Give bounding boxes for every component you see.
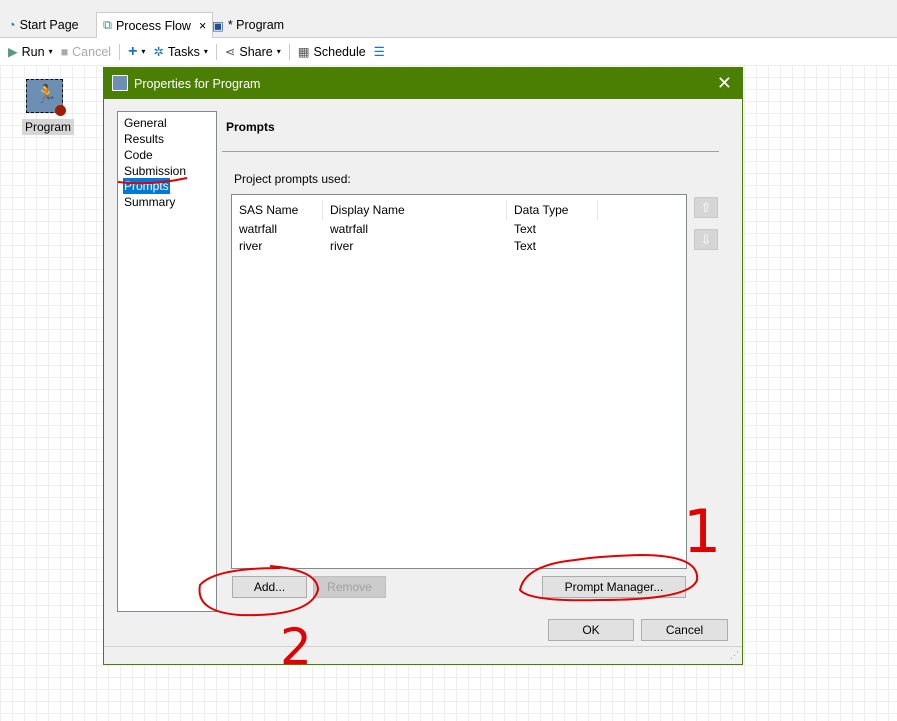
list-icon: ☰ [373, 45, 385, 59]
toolbar: ▶ Run ▾ ■ Cancel + ▾ ✲ Tasks ▾ ⋖ Share ▾ ▦ Schedu… [0, 38, 897, 65]
close-icon[interactable]: ✕ [717, 73, 732, 94]
arrow-down-icon: ⇩ [700, 232, 712, 247]
tab-process-flow[interactable]: ⧉ Process Flow × [96, 12, 214, 38]
schedule-button[interactable]: ▦ Schedule [297, 44, 366, 60]
tasks-button[interactable]: ✲ Tasks ▾ [153, 44, 208, 60]
calendar-icon: ▦ [297, 45, 310, 59]
move-down-button[interactable]: ⇩ [694, 229, 718, 250]
divider [222, 151, 719, 152]
tasks-icon: ✲ [153, 45, 164, 59]
share-button[interactable]: ⋖ Share ▾ [224, 44, 281, 60]
dropdown-icon: ▾ [276, 47, 281, 56]
share-icon: ⋖ [224, 45, 236, 59]
column-header-data-type[interactable]: Data Type [507, 200, 598, 220]
program-node-label[interactable]: Program [22, 119, 75, 135]
nav-item-general[interactable]: General [123, 115, 168, 131]
divider [119, 43, 121, 60]
ok-button[interactable]: OK [548, 619, 634, 641]
column-header-display-name[interactable]: Display Name [323, 200, 507, 220]
cell-sas-name: river [239, 239, 263, 253]
add-button[interactable]: Add... [232, 576, 307, 598]
start-page-icon: ◔ [8, 18, 16, 32]
dropdown-icon: ▾ [203, 47, 208, 56]
move-up-button[interactable]: ⇧ [694, 197, 718, 218]
divider [215, 43, 217, 60]
properties-dialog: Properties for Program ✕ General Results… [103, 67, 743, 665]
tab-program[interactable]: ▣ * Program [206, 12, 290, 38]
arrow-up-icon: ⇧ [700, 200, 712, 215]
dropdown-icon: ▾ [141, 47, 146, 56]
nav-item-code-submission[interactable]: Code Submission [123, 147, 211, 178]
list-view-button[interactable]: ☰ [374, 44, 385, 59]
cancel-button[interactable]: ■ Cancel [61, 45, 111, 59]
program-icon [112, 75, 128, 91]
properties-nav-list: General Results Code Submission Prompts … [117, 111, 217, 612]
dropdown-icon: ▾ [48, 47, 53, 56]
run-button[interactable]: ▶ Run ▾ [8, 44, 53, 60]
document-tab-bar: ◔ Start Page ⧉ Process Flow × ▣ * Program [0, 0, 897, 38]
dialog-title-bar[interactable]: Properties for Program ✕ [104, 68, 742, 99]
prompt-manager-button[interactable]: Prompt Manager... [542, 576, 686, 598]
program-icon: ▣ [212, 18, 224, 33]
add-button[interactable]: + ▾ [128, 43, 145, 61]
tab-start-page[interactable]: ◔ Start Page [2, 12, 85, 38]
cell-data-type: Text [514, 239, 537, 253]
nav-item-results[interactable]: Results [123, 131, 165, 147]
nav-item-prompts[interactable]: Prompts [123, 178, 170, 194]
nav-item-summary[interactable]: Summary [123, 194, 176, 210]
cancel-button[interactable]: Cancel [641, 619, 728, 641]
cell-sas-name: watrfall [239, 222, 278, 236]
cell-display-name: watrfall [330, 222, 369, 236]
cell-data-type: Text [514, 222, 537, 236]
dialog-title: Properties for Program [134, 76, 261, 91]
program-node-icon[interactable]: 🏃 [26, 79, 66, 116]
prompts-label: Project prompts used: [234, 172, 351, 186]
section-title: Prompts [226, 120, 275, 134]
remove-button[interactable]: Remove [313, 576, 386, 598]
cell-display-name: river [330, 239, 354, 253]
play-icon: ▶ [8, 45, 18, 59]
stop-icon: ■ [60, 44, 69, 59]
resize-grip-icon[interactable]: ⋰ [730, 650, 739, 661]
process-flow-icon: ⧉ [103, 18, 112, 32]
prompts-table[interactable]: SAS Name Display Name Data Type watrfall… [231, 194, 687, 569]
status-divider [104, 646, 742, 647]
divider [288, 43, 290, 60]
column-header-sas-name[interactable]: SAS Name [232, 200, 323, 220]
